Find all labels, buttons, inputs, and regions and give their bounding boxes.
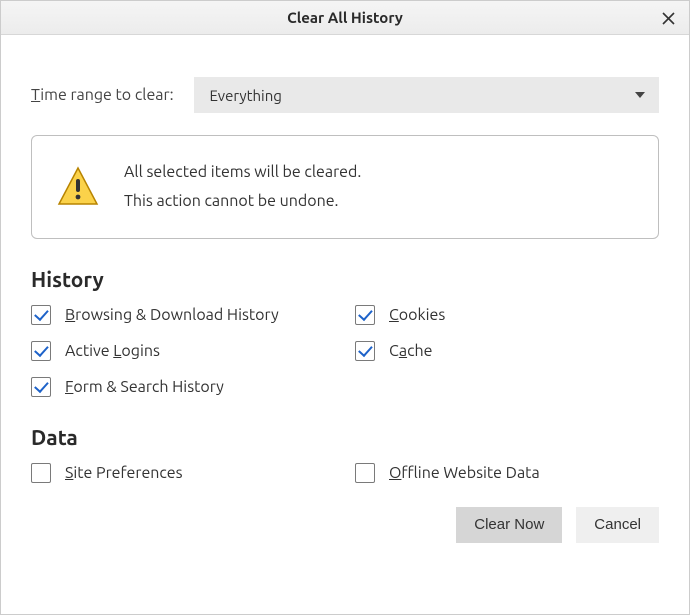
titlebar: Clear All History [1, 1, 689, 35]
check-form: Form & Search History [31, 377, 335, 397]
label-logins: Active Logins [65, 342, 160, 360]
warning-box: All selected items will be cleared. This… [31, 135, 659, 239]
label-offline: Offline Website Data [389, 464, 540, 482]
label-cookies: Cookies [389, 306, 445, 324]
label-cache: Cache [389, 342, 432, 360]
clear-now-button[interactable]: Clear Now [456, 507, 562, 543]
check-browsing: Browsing & Download History [31, 305, 335, 325]
check-cookies: Cookies [355, 305, 659, 325]
check-siteprefs: Site Preferences [31, 463, 335, 483]
check-offline: Offline Website Data [355, 463, 659, 483]
time-range-row: Time range to clear: Everything [31, 77, 659, 113]
section-history: History [31, 267, 659, 291]
checkbox-browsing[interactable] [31, 305, 51, 325]
check-logins: Active Logins [31, 341, 335, 361]
checkbox-cache[interactable] [355, 341, 375, 361]
checkbox-form[interactable] [31, 377, 51, 397]
label-browsing: Browsing & Download History [65, 306, 279, 324]
warning-icon [56, 165, 100, 209]
check-cache: Cache [355, 341, 659, 361]
dialog-title: Clear All History [287, 9, 403, 26]
chevron-down-icon [635, 92, 645, 98]
cancel-button[interactable]: Cancel [576, 507, 659, 543]
warning-text: All selected items will be cleared. This… [124, 158, 361, 216]
warning-line-2: This action cannot be undone. [124, 187, 361, 216]
checkbox-offline[interactable] [355, 463, 375, 483]
data-options: Site Preferences Offline Website Data [31, 463, 659, 483]
close-button[interactable] [657, 7, 679, 29]
checkbox-cookies[interactable] [355, 305, 375, 325]
checkbox-siteprefs[interactable] [31, 463, 51, 483]
time-range-value: Everything [210, 87, 282, 104]
label-siteprefs: Site Preferences [65, 464, 183, 482]
section-data: Data [31, 425, 659, 449]
label-form: Form & Search History [65, 378, 224, 396]
history-options: Browsing & Download History Cookies Acti… [31, 305, 659, 397]
time-range-label: Time range to clear: [31, 86, 174, 104]
close-icon [662, 12, 675, 25]
warning-line-1: All selected items will be cleared. [124, 158, 361, 187]
button-row: Clear Now Cancel [31, 507, 659, 543]
dialog-content: Time range to clear: Everything All sele… [1, 35, 689, 561]
time-range-select[interactable]: Everything [194, 77, 659, 113]
checkbox-logins[interactable] [31, 341, 51, 361]
